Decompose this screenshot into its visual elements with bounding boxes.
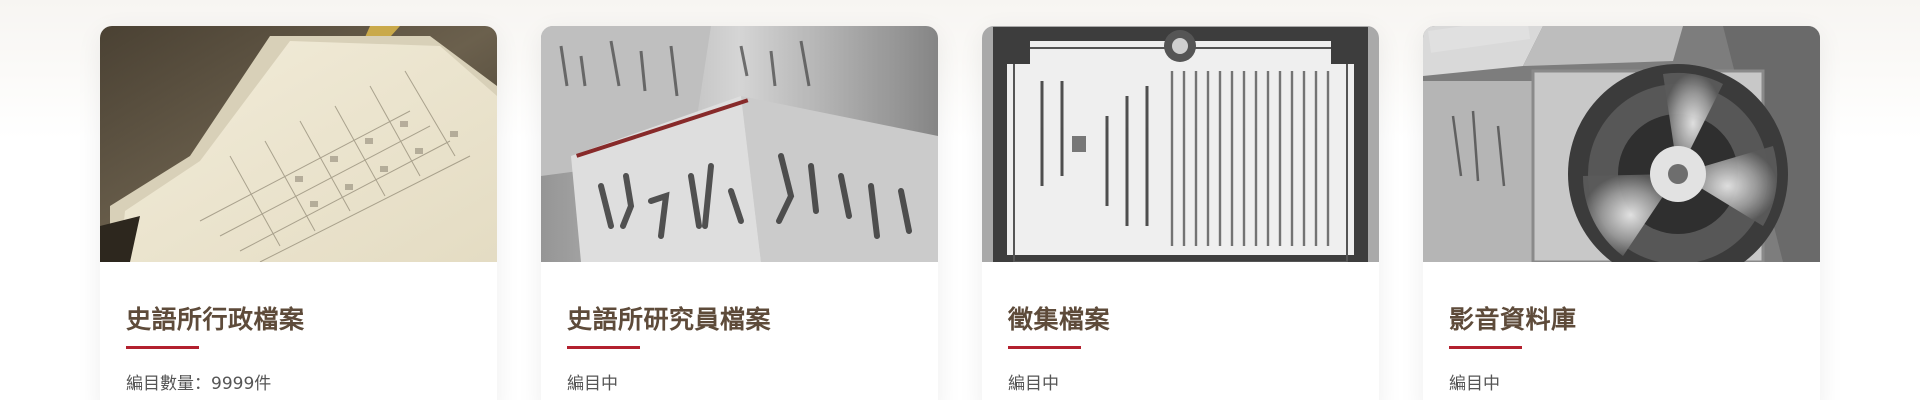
card-title[interactable]: 影音資料庫 [1449, 307, 1794, 332]
catalog-count: 編目數量：9999件 [126, 374, 272, 394]
catalog-status: 編目中 [1008, 374, 1059, 394]
title-underline [1449, 346, 1522, 349]
card-title[interactable]: 史語所行政檔案 [126, 307, 471, 332]
card-title[interactable]: 史語所研究員檔案 [567, 307, 912, 332]
archive-card-collected[interactable]: 徵集檔案 編目中 [982, 26, 1379, 400]
title-underline [126, 346, 199, 349]
catalog-status: 編目中 [1449, 374, 1500, 394]
tape-reel-photo-image[interactable] [1423, 26, 1820, 262]
certificate-photo-image[interactable] [982, 26, 1379, 262]
title-underline [567, 346, 640, 349]
ledger-photo-image[interactable] [100, 26, 497, 262]
card-title[interactable]: 徵集檔案 [1008, 307, 1353, 332]
archive-card-researchers[interactable]: 史語所研究員檔案 編目中 [541, 26, 938, 400]
manuscript-photo-image[interactable] [541, 26, 938, 262]
archive-card-audiovisual[interactable]: 影音資料庫 編目中 [1423, 26, 1820, 400]
catalog-status: 編目中 [567, 374, 618, 394]
title-underline [1008, 346, 1081, 349]
archive-card-administrative[interactable]: 史語所行政檔案 編目數量：9999件 [100, 26, 497, 400]
archive-card-list: 史語所行政檔案 編目數量：9999件 史語所研究員檔案 編目中 徵集檔案 編目中… [100, 26, 1820, 400]
